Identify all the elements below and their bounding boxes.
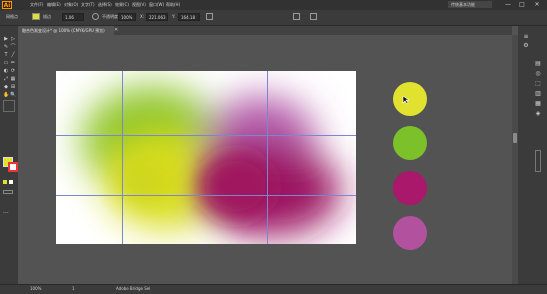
document-tab[interactable]: 融合色渐变设计* @ 100% (CMYK/GPU 预览) <box>18 26 114 35</box>
gradient-mesh <box>56 71 356 244</box>
mouse-cursor-icon <box>402 95 410 105</box>
gradient-mode-icon[interactable] <box>9 180 13 184</box>
panel-collapse-icon[interactable] <box>535 150 541 172</box>
opacity-label: 不透明度 <box>102 14 118 19</box>
stroke-swatch[interactable] <box>8 162 18 172</box>
isolate-icon[interactable] <box>310 13 317 20</box>
appearance-icon[interactable]: ◎ <box>534 70 542 77</box>
menu-help[interactable]: 帮助(H) <box>166 1 180 9</box>
recolor-icon[interactable] <box>92 13 99 20</box>
mesh-tool-icon[interactable]: ▦ <box>10 76 16 82</box>
x-label: X: <box>140 14 145 19</box>
align-icon[interactable] <box>206 13 213 20</box>
document-tab-title: 融合色渐变设计* @ 100% (CMYK/GPU 预览) <box>22 28 105 33</box>
properties-icon[interactable]: ≡ <box>522 33 530 40</box>
menu-effect[interactable]: 效果(C) <box>115 1 129 9</box>
swatch-magenta[interactable] <box>393 171 427 205</box>
rotate-tool-icon[interactable]: ⟳ <box>10 68 16 74</box>
direct-selection-tool-icon[interactable]: ▷ <box>10 36 16 42</box>
transparency-icon[interactable]: ⬚ <box>534 80 542 87</box>
minimize-icon[interactable]: — <box>502 0 514 10</box>
maximize-icon[interactable]: □ <box>516 0 528 10</box>
type-tool-icon[interactable]: T <box>3 52 9 58</box>
menu-object[interactable]: 对象(O) <box>64 1 78 9</box>
stroke-label: 描边 <box>43 14 51 19</box>
scale-tool-icon[interactable]: ⤢ <box>3 76 9 82</box>
selection-tool-icon[interactable]: ▶ <box>3 36 9 42</box>
color-mode-icon[interactable] <box>3 180 7 184</box>
scrollbar-thumb[interactable] <box>513 133 517 143</box>
close-icon[interactable]: ✕ <box>531 0 543 10</box>
mesh-line <box>122 71 123 244</box>
hand-tool-icon[interactable]: ✋ <box>3 92 9 98</box>
rectangle-tool-icon[interactable]: ▭ <box>3 60 9 66</box>
pen-tool-icon[interactable]: ✎ <box>3 44 9 50</box>
menu-file[interactable]: 文件(F) <box>30 1 43 9</box>
vertical-scrollbar[interactable] <box>512 35 518 284</box>
brushes-icon[interactable]: ▦ <box>534 100 542 107</box>
status-message: Adobe Bridge Sel <box>116 286 151 291</box>
stroke-weight-field[interactable]: 1.06 <box>62 13 84 21</box>
zoom-tool-icon[interactable]: 🔍 <box>10 92 16 98</box>
menu-type[interactable]: 文字(T) <box>81 1 95 9</box>
draw-mode-icon[interactable] <box>3 190 13 194</box>
right-panel-dock <box>518 26 547 284</box>
opacity-field[interactable]: 100% <box>118 13 136 21</box>
tab-close-icon[interactable]: ✕ <box>114 27 118 33</box>
fill-color-icon[interactable] <box>32 13 40 20</box>
artboard-tool-icon[interactable]: ⊞ <box>10 84 16 90</box>
y-coordinate-field[interactable]: 164.18 <box>178 13 200 21</box>
libraries-icon[interactable]: ⚙ <box>522 42 530 49</box>
menu-edit[interactable]: 编辑(E) <box>47 1 61 9</box>
more-tools-icon[interactable]: ··· <box>3 210 9 217</box>
pencil-tool-icon[interactable]: ✏ <box>10 60 16 66</box>
mesh-line <box>56 195 356 196</box>
line-tool-icon[interactable]: ╱ <box>10 52 16 58</box>
gradient-tool-icon[interactable]: ◆ <box>3 84 9 90</box>
y-label: Y: <box>172 14 176 19</box>
app-logo: Ai <box>2 1 12 9</box>
zoom-level[interactable]: 100% <box>30 286 41 292</box>
workspace-switcher[interactable]: 传统基本功能 <box>448 1 492 8</box>
eyedropper-tool-icon[interactable] <box>3 100 15 112</box>
swatches-icon[interactable]: ▥ <box>534 90 542 97</box>
menu-view[interactable]: 视图(V) <box>132 1 146 9</box>
menu-select[interactable]: 选择(S) <box>98 1 112 9</box>
curvature-tool-icon[interactable]: ⌒ <box>10 44 16 50</box>
symbols-icon[interactable]: ◈ <box>534 110 542 117</box>
mesh-line <box>267 71 268 244</box>
swatch-green[interactable] <box>393 126 427 160</box>
x-coordinate-field[interactable]: 221.063 <box>146 13 168 21</box>
artboard[interactable] <box>56 71 356 244</box>
mesh-line <box>56 135 356 136</box>
transform-icon[interactable] <box>293 13 300 20</box>
selection-label: 网格点 <box>6 14 18 19</box>
swatch-pink-purple[interactable] <box>393 216 427 250</box>
menu-window[interactable]: 窗口(W) <box>149 1 164 9</box>
shaper-tool-icon[interactable]: ◐ <box>3 68 9 74</box>
artboard-number[interactable]: 1 <box>72 286 75 292</box>
layers-icon[interactable]: ▤ <box>534 60 542 67</box>
